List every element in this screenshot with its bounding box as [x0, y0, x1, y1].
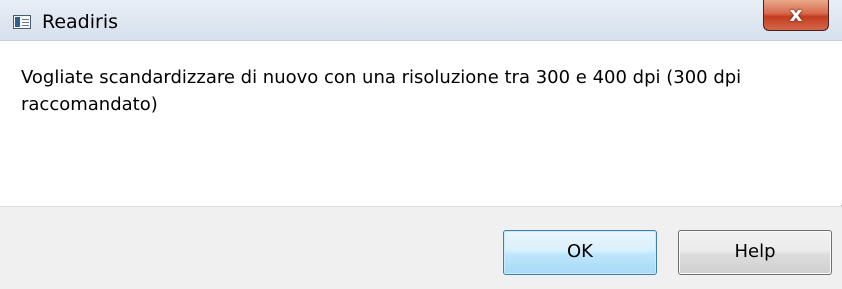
title-bar[interactable]: Readiris x [0, 0, 842, 40]
readiris-app-icon [13, 15, 31, 29]
help-button[interactable]: Help [678, 230, 832, 275]
window-title: Readiris [42, 11, 119, 33]
dialog-window: Readiris x Vogliate scandardizzare di nu… [0, 0, 842, 289]
close-button[interactable]: x [763, 0, 829, 31]
dialog-message: Vogliate scandardizzare di nuovo con una… [21, 67, 742, 115]
ok-button[interactable]: OK [503, 230, 657, 275]
close-icon: x [789, 2, 803, 26]
button-bar: OK Help [0, 206, 842, 289]
